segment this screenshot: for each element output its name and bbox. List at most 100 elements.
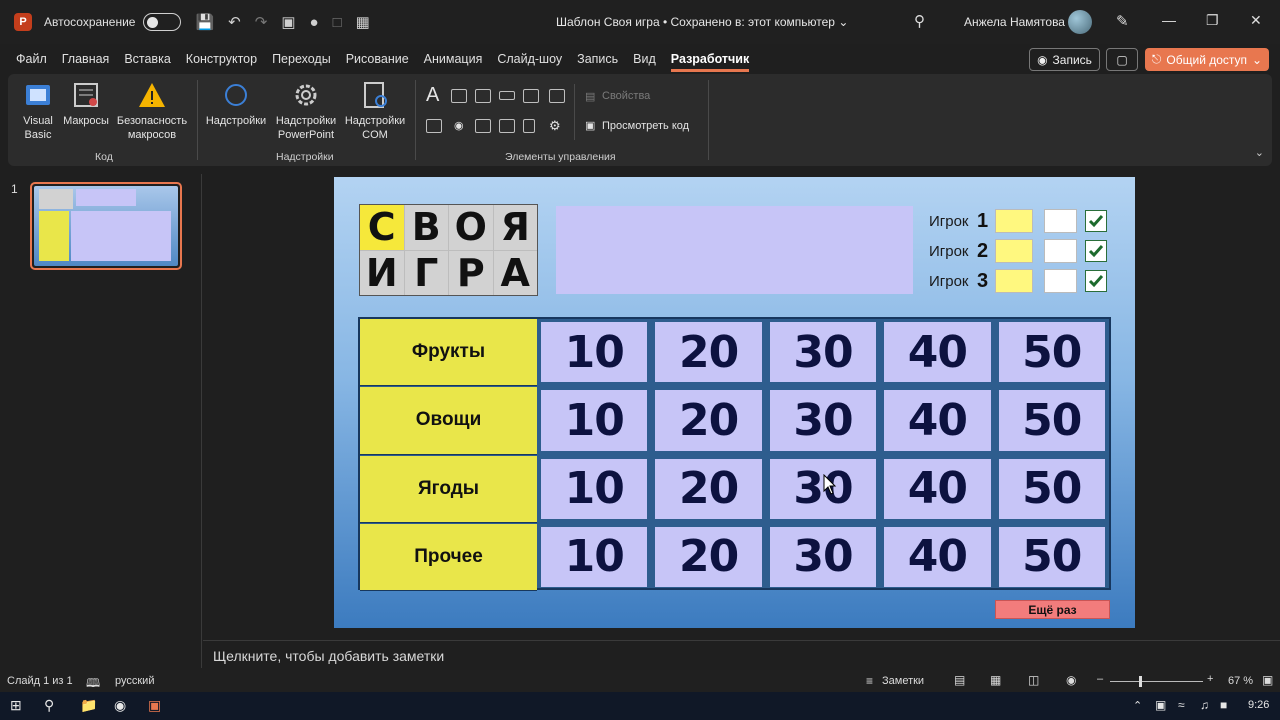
- shape-icon[interactable]: ●: [310, 14, 319, 31]
- quick-access-icon[interactable]: ▣: [281, 13, 295, 31]
- minimize-icon[interactable]: —: [1162, 12, 1176, 28]
- share-button[interactable]: ⎋ Общий доступ ⌄: [1145, 48, 1269, 71]
- reading-view-icon[interactable]: ◫: [1028, 673, 1039, 687]
- toggle-control-icon[interactable]: [523, 119, 535, 133]
- radio-control-icon[interactable]: ◉: [454, 119, 464, 132]
- combobox-control-icon[interactable]: [499, 119, 515, 133]
- normal-view-icon[interactable]: ▤: [954, 673, 965, 687]
- tab-view[interactable]: Вид: [633, 52, 656, 66]
- user-name[interactable]: Анжела Намятова: [964, 15, 1065, 29]
- tab-design[interactable]: Конструктор: [186, 52, 257, 66]
- close-icon[interactable]: ✕: [1250, 12, 1262, 29]
- question-cell[interactable]: 30: [769, 390, 877, 451]
- player-score[interactable]: [995, 239, 1033, 263]
- question-cell[interactable]: 20: [655, 390, 762, 451]
- button-control-icon[interactable]: [499, 91, 515, 100]
- powerpoint-addins-button[interactable]: Надстройки PowerPoint: [273, 80, 339, 142]
- restore-icon[interactable]: ❐: [1206, 12, 1219, 29]
- collapse-ribbon-icon[interactable]: ⌄: [1255, 146, 1264, 159]
- language-flag-icon[interactable]: ■: [1220, 698, 1227, 712]
- spin-control-icon[interactable]: [475, 89, 491, 103]
- view-code-button[interactable]: Просмотреть код: [602, 120, 689, 132]
- file-explorer-icon[interactable]: 📁: [80, 697, 97, 714]
- more-controls-icon[interactable]: ⚙: [549, 118, 561, 134]
- tab-insert[interactable]: Вставка: [124, 52, 170, 66]
- language-indicator[interactable]: русский: [115, 675, 154, 687]
- chrome-icon[interactable]: ◉: [114, 697, 126, 714]
- player-checkbox[interactable]: [1085, 270, 1107, 292]
- notes-toggle-label[interactable]: Заметки: [882, 675, 924, 687]
- question-cell[interactable]: 20: [655, 526, 762, 587]
- powerpoint-taskbar-icon[interactable]: ▣: [148, 697, 161, 714]
- comments-button[interactable]: ▢: [1106, 48, 1138, 71]
- player-field[interactable]: [1044, 269, 1077, 293]
- windows-start-icon[interactable]: ⊞: [10, 697, 22, 714]
- player-checkbox[interactable]: [1085, 240, 1107, 262]
- player-checkbox[interactable]: [1085, 210, 1107, 232]
- question-cell[interactable]: 50: [998, 322, 1105, 383]
- tab-animations[interactable]: Анимация: [424, 52, 483, 66]
- question-cell[interactable]: 40: [884, 390, 991, 451]
- question-cell[interactable]: 20: [655, 322, 762, 383]
- clock[interactable]: 9:26: [1248, 699, 1269, 711]
- tab-file[interactable]: Файл: [16, 52, 47, 66]
- visual-basic-button[interactable]: Visual Basic: [18, 80, 58, 142]
- tab-developer[interactable]: Разработчик: [670, 52, 750, 72]
- redo-icon[interactable]: ↷: [255, 13, 268, 31]
- macros-button[interactable]: Макросы: [60, 80, 112, 128]
- player-field[interactable]: [1044, 209, 1077, 233]
- question-cell[interactable]: 50: [998, 458, 1105, 519]
- tab-slideshow[interactable]: Слайд-шоу: [497, 52, 562, 66]
- slide-sorter-icon[interactable]: ▦: [990, 673, 1001, 687]
- question-cell[interactable]: 10: [541, 390, 648, 451]
- question-cell[interactable]: 10: [541, 458, 648, 519]
- autosave-toggle[interactable]: [143, 13, 182, 31]
- image-control-icon[interactable]: [523, 89, 539, 103]
- player-field[interactable]: [1044, 239, 1077, 263]
- question-cell[interactable]: 10: [541, 526, 648, 587]
- scroll-control-icon[interactable]: [549, 89, 565, 103]
- volume-icon[interactable]: ♫: [1200, 698, 1209, 712]
- question-cell[interactable]: 50: [998, 390, 1105, 451]
- quick-access-more-icon[interactable]: □: [333, 14, 342, 31]
- tab-transitions[interactable]: Переходы: [272, 52, 331, 66]
- document-title[interactable]: Шаблон Своя игра • Сохранено в: этот ком…: [556, 15, 848, 29]
- image-icon[interactable]: ▦: [356, 13, 370, 31]
- checkbox-control-icon[interactable]: [426, 119, 442, 133]
- zoom-out-icon[interactable]: –: [1097, 673, 1103, 685]
- question-cell[interactable]: 40: [884, 322, 991, 383]
- question-cell[interactable]: 40: [884, 526, 991, 587]
- zoom-in-icon[interactable]: +: [1207, 673, 1213, 685]
- fit-slide-icon[interactable]: ▣: [1262, 673, 1273, 687]
- com-addins-button[interactable]: Надстройки COM: [342, 80, 408, 142]
- question-cell[interactable]: 40: [884, 458, 991, 519]
- save-icon[interactable]: 💾: [195, 13, 214, 31]
- undo-icon[interactable]: ↶: [228, 13, 241, 31]
- search-icon[interactable]: ⚲: [44, 697, 54, 714]
- notes-toggle-icon[interactable]: ≡: [866, 674, 873, 688]
- listbox-control-icon[interactable]: [475, 119, 491, 133]
- play-again-button[interactable]: Ещё раз: [995, 600, 1110, 619]
- question-cell[interactable]: 30: [769, 526, 877, 587]
- tab-record[interactable]: Запись: [577, 52, 618, 66]
- network-icon[interactable]: ▣: [1155, 698, 1166, 712]
- zoom-slider[interactable]: [1110, 681, 1203, 682]
- avatar[interactable]: [1068, 10, 1092, 34]
- question-cell[interactable]: 50: [998, 526, 1105, 587]
- pen-icon[interactable]: ✎: [1116, 12, 1129, 30]
- question-box[interactable]: [556, 206, 913, 294]
- macro-security-button[interactable]: Безопасность макросов: [114, 80, 190, 142]
- label-control-icon[interactable]: A: [426, 84, 439, 107]
- slide[interactable]: С В О Я И Г Р А Игрок 1 Игрок 2 Игрок 3 …: [334, 177, 1135, 628]
- question-cell[interactable]: 10: [541, 322, 648, 383]
- zoom-percent[interactable]: 67 %: [1228, 675, 1253, 687]
- wifi-icon[interactable]: ≈: [1178, 698, 1185, 712]
- addins-button[interactable]: Надстройки: [204, 80, 268, 128]
- slideshow-view-icon[interactable]: ◉: [1066, 673, 1076, 687]
- notes-pane[interactable]: Щелкните, чтобы добавить заметки: [203, 640, 1280, 670]
- record-button[interactable]: ◉ Запись: [1029, 48, 1100, 71]
- slide-thumbnail[interactable]: [30, 182, 182, 270]
- tab-home[interactable]: Главная: [62, 52, 110, 66]
- tab-draw[interactable]: Рисование: [346, 52, 409, 66]
- player-score[interactable]: [995, 269, 1033, 293]
